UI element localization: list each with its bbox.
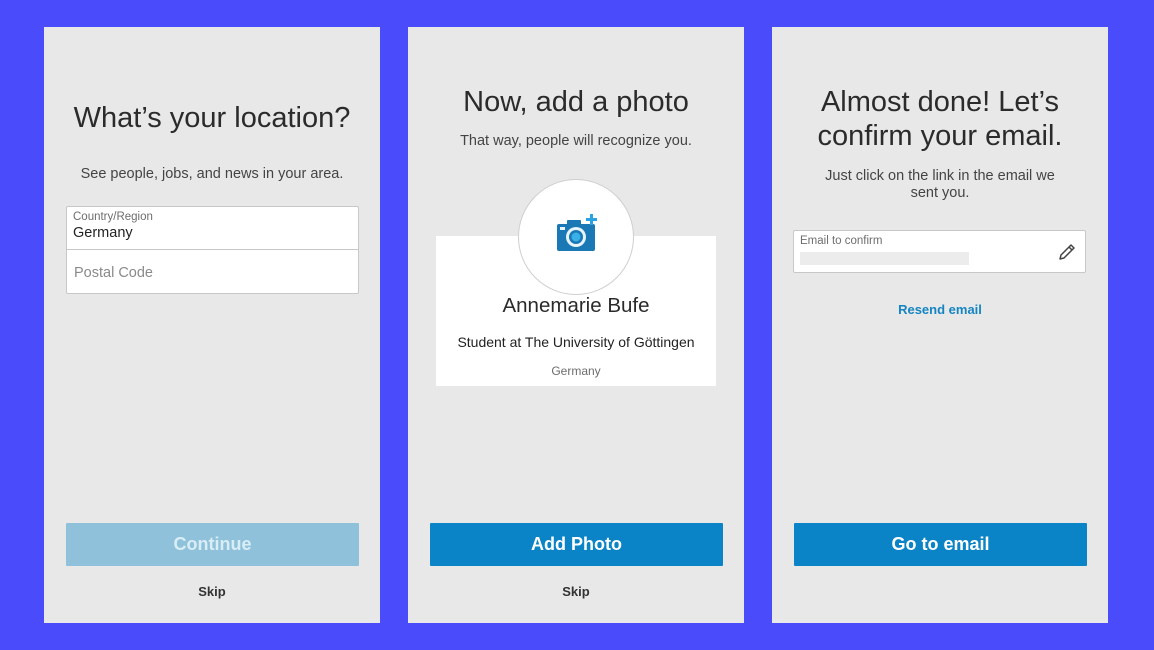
go-to-email-button[interactable]: Go to email [794, 523, 1087, 566]
skip-link[interactable]: Skip [44, 584, 380, 599]
email-to-confirm-field[interactable]: Email to confirm [793, 230, 1086, 273]
email-to-confirm-label: Email to confirm [800, 235, 883, 247]
continue-button[interactable]: Continue [66, 523, 359, 566]
email-value-redacted [800, 252, 969, 265]
location-subtext: See people, jobs, and news in your area. [80, 166, 344, 182]
photo-subtext: That way, people will recognize you. [460, 133, 692, 149]
pencil-icon[interactable] [1057, 242, 1077, 262]
country-region-field[interactable]: Country/Region Germany [67, 207, 358, 250]
email-subtext: Just click on the link in the email we s… [825, 168, 1055, 201]
add-photo-screen: Now, add a photo That way, people will r… [408, 27, 744, 623]
profile-name: Annemarie Bufe [502, 294, 650, 317]
camera-add-icon [557, 214, 597, 251]
profile-headline: Student at The University of Göttingen [457, 334, 695, 350]
country-region-label: Country/Region [73, 211, 153, 223]
location-field-group: Country/Region Germany Postal Code [66, 206, 359, 294]
skip-link[interactable]: Skip [408, 584, 744, 599]
email-heading-line1: Almost done! Let’s [820, 86, 1060, 118]
country-region-value: Germany [73, 225, 133, 241]
photo-heading: Now, add a photo [463, 86, 689, 118]
email-heading: Almost done! Let’s confirm your email. [772, 85, 1108, 153]
email-heading-line2: confirm your email. [817, 120, 1063, 152]
location-heading: What’s your location? [73, 102, 351, 134]
profile-location: Germany [551, 364, 601, 378]
location-screen: What’s your location? See people, jobs, … [44, 27, 380, 623]
add-photo-button[interactable]: Add Photo [430, 523, 723, 566]
postal-code-input[interactable]: Postal Code [74, 265, 153, 281]
confirm-email-screen: Almost done! Let’s confirm your email. J… [772, 27, 1108, 623]
resend-email-link[interactable]: Resend email [772, 302, 1108, 317]
add-photo-circle[interactable] [518, 179, 634, 295]
